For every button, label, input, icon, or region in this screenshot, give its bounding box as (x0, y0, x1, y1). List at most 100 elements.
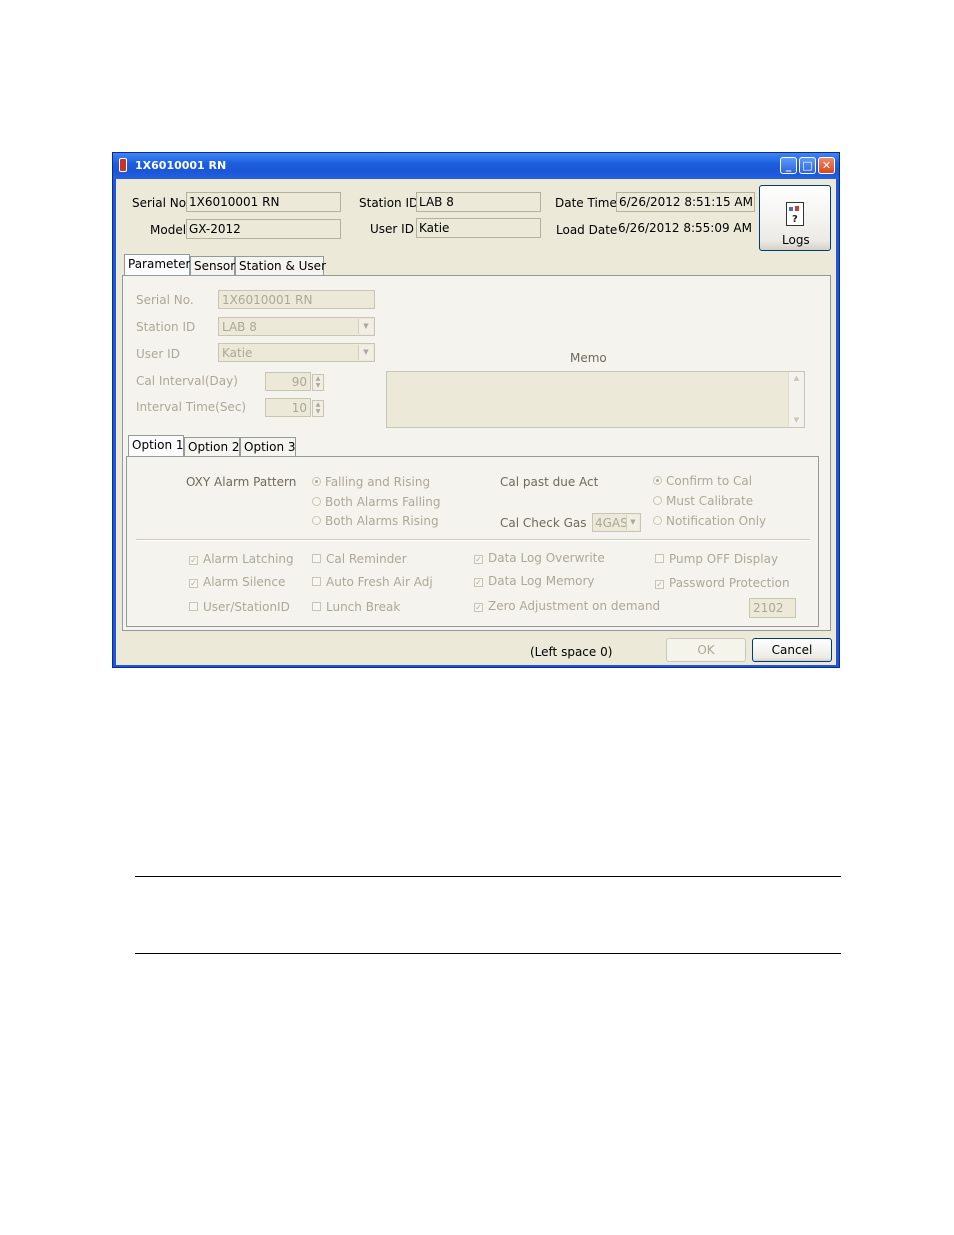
loaddate-label: Load Date (556, 223, 618, 237)
spin-arrows-icon[interactable]: ▲ ▼ (312, 374, 324, 391)
checkbox-icon (189, 602, 198, 611)
check-zero-adjustment[interactable]: ✓ Zero Adjustment on demand (474, 599, 660, 613)
cal-check-gas-combo[interactable]: 4GAS ▼ (592, 513, 641, 532)
maximize-button[interactable]: □ (799, 157, 816, 174)
checkbox-checked-icon: ✓ (655, 580, 664, 589)
check-lunch-break[interactable]: Lunch Break (312, 600, 400, 614)
checkbox-checked-icon: ✓ (474, 578, 483, 587)
radio-label: Must Calibrate (666, 494, 754, 508)
datetime-field: 6/26/2012 8:51:15 AM (616, 192, 755, 212)
tab-option-2[interactable]: Option 2 (184, 437, 240, 457)
checkbox-icon (312, 602, 321, 611)
check-data-log-memory[interactable]: ✓ Data Log Memory (474, 574, 595, 588)
checkbox-label: Zero Adjustment on demand (488, 599, 661, 613)
tab-option-3[interactable]: Option 3 (240, 437, 296, 457)
param-serial-field[interactable]: 1X6010001 RN (218, 290, 375, 309)
checkbox-checked-icon: ✓ (189, 556, 198, 565)
checkbox-checked-icon: ✓ (474, 555, 483, 564)
checkbox-label: Pump OFF Display (669, 552, 779, 566)
check-password-protection[interactable]: ✓ Password Protection (655, 576, 790, 590)
user-field: Katie (416, 218, 541, 238)
radio-icon (312, 516, 321, 525)
check-alarm-silence[interactable]: ✓ Alarm Silence (189, 575, 285, 589)
radio-label: Notification Only (666, 514, 767, 528)
chevron-down-icon[interactable]: ▼ (358, 319, 373, 334)
memo-textarea[interactable]: ▲ ▼ (386, 371, 805, 428)
ok-button[interactable]: OK (666, 638, 746, 662)
interval-time-stepper[interactable]: 10 ▲ ▼ (265, 398, 324, 417)
spin-arrows-icon[interactable]: ▲ ▼ (312, 400, 324, 417)
password-field[interactable]: 2102 (749, 598, 796, 618)
serial-label: Serial No. (132, 196, 190, 210)
check-alarm-latching[interactable]: ✓ Alarm Latching (189, 552, 294, 566)
cancel-button[interactable]: Cancel (752, 638, 832, 662)
checkbox-checked-icon: ✓ (474, 603, 483, 612)
model-field: GX-2012 (186, 219, 341, 239)
cal-check-gas-value: 4GAS (595, 516, 628, 530)
check-user-station[interactable]: User/StationID (189, 600, 290, 614)
checkbox-label: Lunch Break (326, 600, 401, 614)
divider (136, 539, 810, 541)
close-button[interactable]: ✕ (818, 157, 835, 174)
radio-both-falling[interactable]: Both Alarms Falling (312, 495, 440, 509)
memo-label: Memo (570, 351, 607, 365)
checkbox-label: Data Log Overwrite (488, 551, 605, 565)
checkbox-label: User/StationID (203, 600, 290, 614)
param-station-combo[interactable]: LAB 8 ▼ (218, 317, 375, 336)
chevron-down-icon[interactable]: ▼ (358, 345, 373, 360)
checkbox-icon (312, 577, 321, 586)
logs-label: Logs (782, 233, 810, 247)
checkbox-label: Auto Fresh Air Adj (326, 575, 433, 589)
memo-scrollbar[interactable]: ▲ ▼ (788, 372, 804, 427)
radio-falling-rising[interactable]: Falling and Rising (312, 475, 430, 489)
radio-confirm-cal[interactable]: Confirm to Cal (653, 474, 752, 488)
station-label: Station ID (359, 196, 419, 210)
logs-button[interactable]: ? Logs (759, 185, 831, 251)
radio-notification-only[interactable]: Notification Only (653, 514, 766, 528)
radio-selected-icon (653, 476, 662, 485)
title-bar[interactable]: 1X6010001 RN _ □ ✕ (113, 153, 839, 179)
radio-must-calibrate[interactable]: Must Calibrate (653, 494, 753, 508)
chevron-down-icon[interactable]: ▼ (789, 414, 804, 426)
app-window: 1X6010001 RN _ □ ✕ Serial No. 1X6010001 … (112, 152, 840, 668)
param-serial-label: Serial No. (136, 293, 194, 307)
param-user-combo[interactable]: Katie ▼ (218, 343, 375, 362)
param-station-value: LAB 8 (222, 320, 257, 334)
radio-label: Both Alarms Falling (325, 495, 441, 509)
check-data-log-overwrite[interactable]: ✓ Data Log Overwrite (474, 551, 605, 565)
datetime-label: Date Time (555, 196, 617, 210)
radio-icon (653, 496, 662, 505)
model-label: Model (150, 223, 187, 237)
tab-parameter[interactable]: Parameter (124, 254, 190, 276)
cal-past-due-label: Cal past due Act (500, 475, 599, 489)
check-pump-off-display[interactable]: Pump OFF Display (655, 552, 778, 566)
checkbox-icon (312, 554, 321, 563)
document-rule-top (135, 876, 841, 877)
radio-both-rising[interactable]: Both Alarms Rising (312, 514, 439, 528)
radio-label: Confirm to Cal (666, 474, 753, 488)
checkbox-checked-icon: ✓ (189, 579, 198, 588)
station-field: LAB 8 (416, 192, 541, 212)
chevron-down-icon[interactable]: ▼ (626, 515, 639, 530)
check-cal-reminder[interactable]: Cal Reminder (312, 552, 407, 566)
tab-station-user[interactable]: Station & User (235, 256, 326, 276)
cal-interval-stepper[interactable]: 90 ▲ ▼ (265, 372, 324, 391)
window-client-area: Serial No. 1X6010001 RN Model GX-2012 St… (116, 179, 836, 665)
checkbox-label: Alarm Latching (203, 552, 294, 566)
tab-sensor[interactable]: Sensor (190, 256, 235, 276)
param-user-value: Katie (222, 346, 253, 360)
cal-interval-value: 90 (291, 375, 307, 389)
interval-time-value: 10 (291, 401, 307, 415)
document-rule-bottom (135, 953, 841, 954)
window-title: 1X6010001 RN (135, 159, 227, 172)
tab-option-1[interactable]: Option 1 (128, 435, 184, 457)
chevron-up-icon[interactable]: ▲ (789, 372, 804, 384)
user-label: User ID (370, 222, 414, 236)
checkbox-icon (655, 554, 664, 563)
radio-label: Both Alarms Rising (325, 514, 439, 528)
param-station-label: Station ID (136, 320, 196, 334)
radio-label: Falling and Rising (325, 475, 431, 489)
minimize-button[interactable]: _ (780, 157, 797, 174)
check-auto-fresh-air[interactable]: Auto Fresh Air Adj (312, 575, 433, 589)
checkbox-label: Alarm Silence (203, 575, 286, 589)
